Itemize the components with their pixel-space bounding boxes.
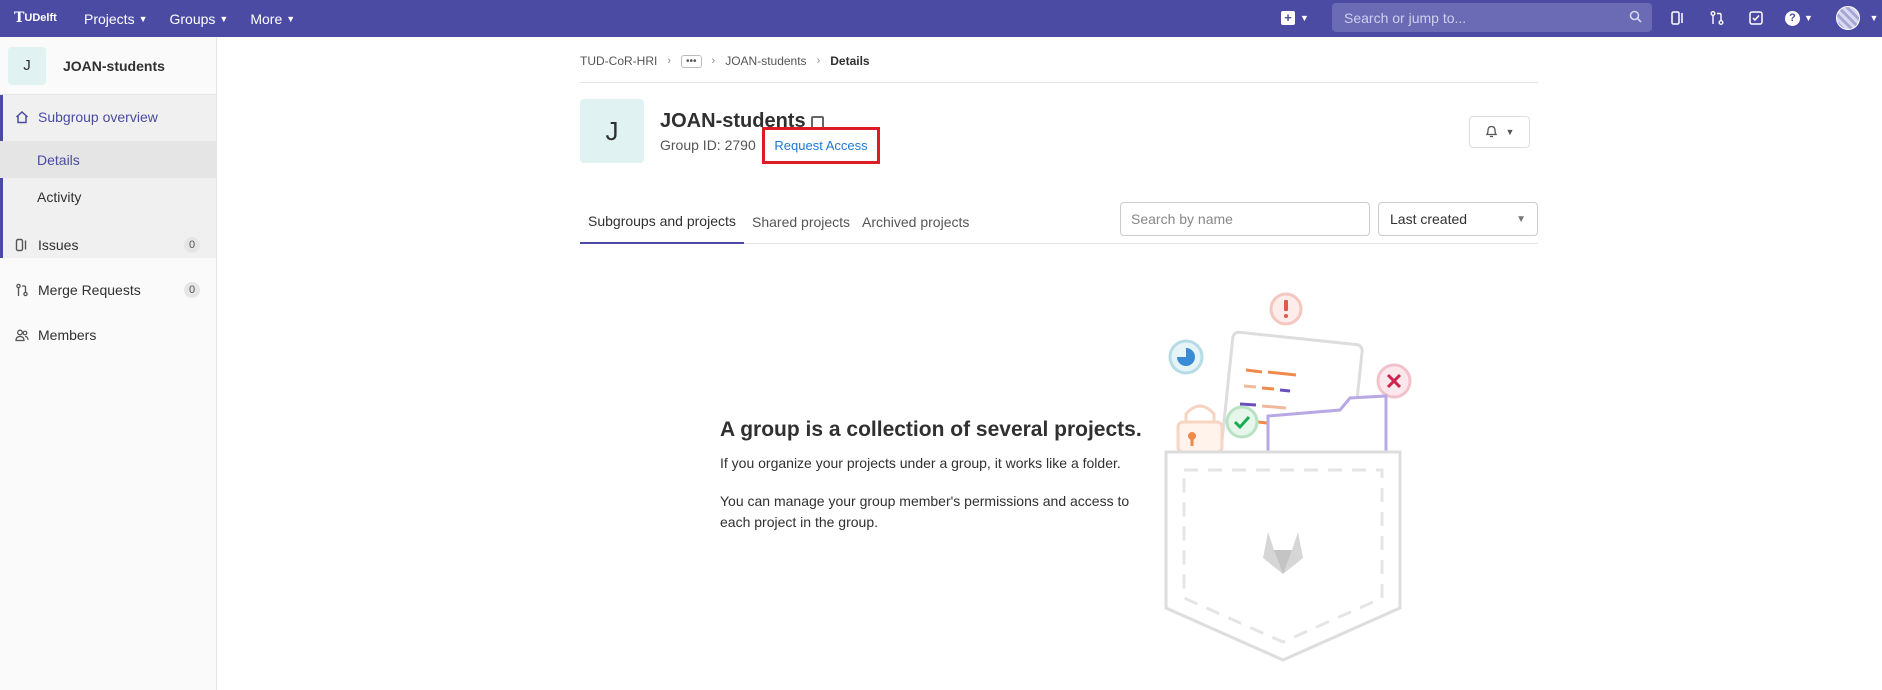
- chevron-down-icon: ▼: [286, 13, 296, 24]
- users-icon: [14, 327, 30, 343]
- tudelft-logo[interactable]: T UDelft: [14, 8, 57, 28]
- group-avatar: J: [580, 99, 644, 163]
- empty-state-text-2: You can manage your group member's permi…: [720, 493, 1130, 530]
- top-nav-links: Projects ▼ Groups ▼ More ▼: [84, 0, 317, 37]
- issues-icon: [14, 237, 30, 253]
- sidebar-item-label: Issues: [38, 236, 79, 253]
- tab-label: Subgroups and projects: [588, 213, 736, 229]
- chevron-down-icon: ▼: [138, 13, 148, 24]
- tab-label: Shared projects: [752, 214, 851, 230]
- sidebar-item-issues[interactable]: Issues 0: [0, 226, 216, 263]
- sidebar: J JOAN-students Subgroup overview Detail…: [0, 37, 217, 690]
- chevron-down-icon: ▼: [1300, 13, 1309, 23]
- empty-state-illustration: [1164, 292, 1412, 662]
- tab-subgroups-and-projects[interactable]: Subgroups and projects: [580, 200, 744, 244]
- sidebar-context-header[interactable]: J JOAN-students: [0, 37, 216, 95]
- sidebar-item-label: Subgroup overview: [38, 108, 158, 125]
- tab-shared-projects[interactable]: Shared projects: [752, 200, 850, 244]
- sidebar-context-name: JOAN-students: [63, 57, 165, 74]
- tab-label: Archived projects: [862, 214, 970, 230]
- chevron-down-icon: ▼: [1505, 127, 1515, 137]
- merge-request-icon[interactable]: [1707, 8, 1727, 28]
- sidebar-item-label: Members: [38, 326, 97, 343]
- tab-archived-projects[interactable]: Archived projects: [862, 200, 969, 244]
- sidebar-item-label: Details: [37, 151, 80, 168]
- nav-projects-dropdown[interactable]: Projects ▼: [84, 11, 148, 27]
- logo-text: UDelft: [24, 12, 57, 24]
- sort-dropdown[interactable]: Last created ▼: [1378, 202, 1538, 236]
- issues-count-badge: 0: [184, 236, 200, 253]
- empty-state-title: A group is a collection of several proje…: [720, 418, 1142, 441]
- sort-value: Last created: [1390, 211, 1468, 227]
- sidebar-item-activity[interactable]: Activity: [0, 178, 216, 215]
- breadcrumb-current[interactable]: Details: [830, 54, 869, 68]
- nav-groups-dropdown[interactable]: Groups ▼: [170, 11, 229, 27]
- nav-more-label: More: [250, 10, 283, 27]
- group-id: Group ID: 2790: [660, 137, 756, 153]
- help-icon: ?: [1785, 10, 1801, 26]
- plus-icon: +: [1281, 11, 1295, 25]
- home-icon: [14, 109, 30, 125]
- chevron-down-icon: ▼: [1804, 13, 1813, 23]
- nav-more-dropdown[interactable]: More ▼: [250, 11, 295, 27]
- nav-groups-label: Groups: [169, 10, 216, 27]
- chevron-right-icon: ›: [667, 55, 671, 67]
- search-by-name-input[interactable]: [1120, 202, 1370, 236]
- chevron-down-icon: ▼: [219, 13, 229, 24]
- sidebar-item-merge-requests[interactable]: Merge Requests 0: [0, 271, 216, 308]
- sidebar-item-label: Merge Requests: [38, 281, 141, 298]
- todo-icon[interactable]: [1746, 8, 1766, 28]
- breadcrumb-root[interactable]: TUD-CoR-HRI: [580, 54, 657, 68]
- new-item-dropdown[interactable]: + ▼: [1281, 7, 1309, 29]
- bell-icon: [1485, 124, 1498, 141]
- breadcrumb-expand-button[interactable]: •••: [681, 54, 702, 68]
- help-dropdown[interactable]: ? ▼: [1784, 8, 1814, 28]
- empty-state-text-1: If you organize your projects under a gr…: [720, 455, 1121, 471]
- sidebar-item-details[interactable]: Details: [0, 141, 216, 178]
- chevron-right-icon: ›: [816, 55, 821, 67]
- chevron-down-icon[interactable]: ▼: [1864, 8, 1882, 28]
- breadcrumb: TUD-CoR-HRI › ••• › JOAN-students › Deta…: [580, 40, 1538, 83]
- request-access-link[interactable]: Request Access: [762, 127, 880, 164]
- top-navbar: T UDelft Projects ▼ Groups ▼ More ▼ + ▼: [0, 0, 1882, 37]
- breadcrumb-group[interactable]: JOAN-students: [725, 54, 806, 68]
- sidebar-item-subgroup-overview[interactable]: Subgroup overview: [0, 98, 216, 135]
- search-input[interactable]: [1342, 8, 1629, 27]
- nav-projects-label: Projects: [84, 10, 135, 27]
- sidebar-item-members[interactable]: Members: [0, 316, 216, 353]
- chevron-right-icon: ›: [711, 55, 716, 67]
- logo-mark: T: [14, 10, 25, 26]
- merge-requests-count-badge: 0: [184, 281, 200, 298]
- merge-request-icon: [14, 282, 30, 298]
- global-search[interactable]: [1332, 3, 1652, 32]
- user-avatar[interactable]: [1836, 6, 1860, 30]
- search-icon: [1629, 10, 1642, 26]
- group-avatar-small: J: [8, 46, 46, 85]
- chevron-down-icon: ▼: [1516, 213, 1526, 225]
- notification-settings-dropdown[interactable]: ▼: [1469, 116, 1530, 148]
- sidebar-item-label: Activity: [37, 188, 82, 205]
- issues-icon[interactable]: [1668, 8, 1688, 28]
